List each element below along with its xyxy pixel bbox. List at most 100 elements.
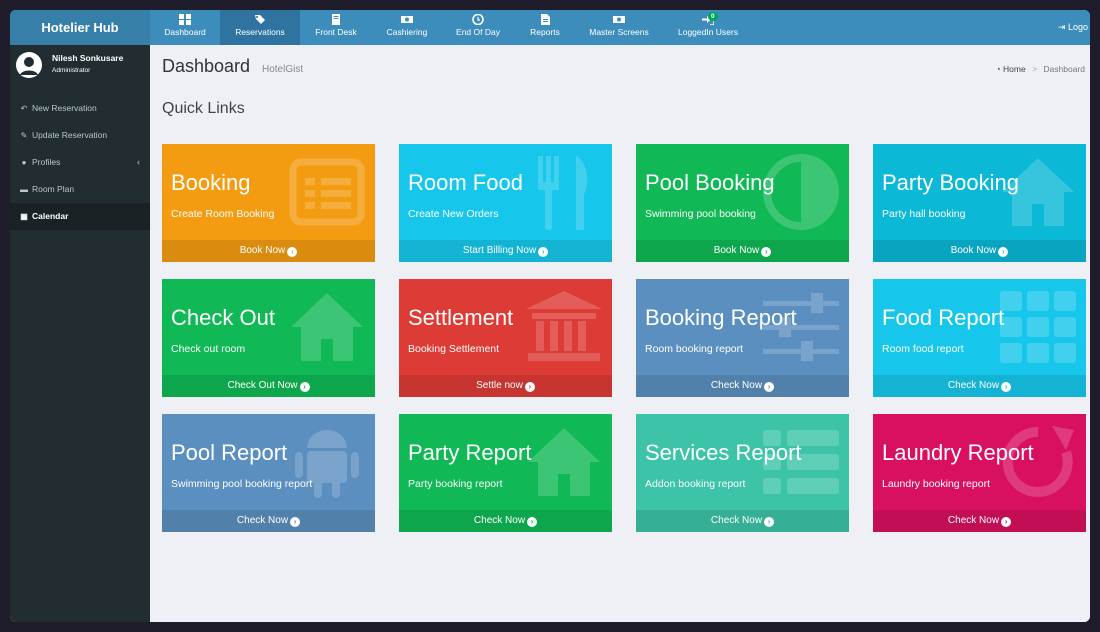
brand-logo[interactable]: Hotelier Hub — [10, 10, 150, 45]
tile-action-link[interactable]: Book Now › — [873, 240, 1086, 262]
tile-subtitle: Create Room Booking — [171, 208, 275, 220]
arrow-circle-right-icon: › — [287, 247, 298, 257]
sidebar-item-calendar[interactable]: ▦ Calendar — [10, 203, 150, 230]
tile-action-link[interactable]: Settle now › — [399, 375, 612, 397]
tile-action-label: Book Now — [713, 245, 760, 256]
quick-link-tile-party-report[interactable]: Party Report Party booking report Check No… — [399, 414, 612, 532]
nav-label: Cashiering — [386, 27, 428, 37]
arrow-circle-right-icon: › — [1001, 382, 1012, 392]
arrow-circle-right-icon: › — [524, 382, 535, 392]
nav-loggedin-users[interactable]: 0 LoggedIn Users — [662, 10, 754, 45]
tile-title: Booking — [171, 170, 251, 195]
quick-link-tile-booking-report[interactable]: Booking Report Room booking report Check N… — [636, 279, 849, 397]
quick-link-tile-food-report[interactable]: Food Report Room food report Check Now › — [873, 279, 1086, 397]
user-role: Administrator — [52, 67, 91, 74]
tile-action-link[interactable]: Book Now › — [162, 240, 375, 262]
quick-link-tile-room-food[interactable]: Room Food Create New Orders Start Billing … — [399, 144, 612, 262]
sidebar-item-room-plan[interactable]: ▬ Room Plan — [10, 176, 150, 203]
user-panel: Nilesh Sonkusare Administrator — [10, 45, 150, 83]
tile-action-label: Check Now — [710, 515, 763, 526]
tile-action-link[interactable]: Check Now › — [162, 510, 375, 532]
bed-icon: ▬ — [20, 185, 28, 194]
quick-link-tile-booking[interactable]: Booking Create Room Booking Book Now › — [162, 144, 375, 262]
android-icon — [295, 430, 359, 498]
nav-master-screens[interactable]: Master Screens — [576, 10, 662, 45]
sidebar-item-profiles[interactable]: ● Profiles ‹ — [10, 149, 150, 176]
nav-reservations[interactable]: Reservations — [220, 10, 300, 45]
tile-action-link[interactable]: Check Now › — [636, 510, 849, 532]
main-content: Dashboard HotelGist ◔ Home > Dashboard Q… — [150, 45, 1090, 622]
tile-title: Pool Report — [171, 440, 288, 465]
tile-action-link[interactable]: Check Now › — [399, 510, 612, 532]
nav-label: Master Screens — [589, 27, 649, 37]
home-icon — [528, 428, 600, 496]
nav-end-of-day[interactable]: End Of Day — [442, 10, 514, 45]
nav-cashiering[interactable]: Cashiering — [372, 10, 442, 45]
arrow-circle-right-icon: › — [764, 382, 775, 392]
bank-icon — [526, 291, 602, 361]
logout-button[interactable]: ⇥ Logo — [1058, 10, 1090, 45]
logout-label: Logo — [1067, 22, 1088, 32]
dashboard-icon — [179, 14, 191, 25]
tile-title: Settlement — [408, 305, 514, 330]
arrow-circle-right-icon: › — [1001, 517, 1012, 527]
arrow-circle-right-icon: › — [764, 517, 775, 527]
nav-reports[interactable]: Reports — [514, 10, 576, 45]
sidebar: Nilesh Sonkusare Administrator ↶ New Rese… — [10, 45, 150, 622]
cutlery-icon — [538, 156, 588, 230]
tile-action-label: Check Out Now — [227, 380, 298, 391]
nav-label: Reservations — [235, 27, 285, 37]
money-icon — [401, 16, 413, 23]
nav-label: Front Desk — [315, 27, 357, 37]
breadcrumb-home[interactable]: Home — [1003, 64, 1026, 74]
list-alt-icon — [289, 158, 365, 226]
tile-subtitle: Addon booking report — [645, 478, 746, 490]
quick-link-tile-party-booking[interactable]: Party Booking Party hall booking Book Now › — [873, 144, 1086, 262]
tile-action-link[interactable]: Check Now › — [873, 375, 1086, 397]
user-icon: ● — [21, 158, 27, 167]
tile-title: Party Booking — [882, 170, 1019, 195]
clock-icon — [472, 14, 484, 25]
nav-dashboard[interactable]: Dashboard — [150, 10, 220, 45]
tile-action-label: Check Now — [947, 380, 1000, 391]
home-icon — [291, 293, 363, 361]
sidebar-item-update-reservation[interactable]: ✎ Update Reservation — [10, 122, 150, 149]
tile-title: Party Report — [408, 440, 532, 465]
avatar — [16, 52, 42, 78]
app-window: Hotelier Hub Dashboard Reservations Fron… — [10, 10, 1090, 622]
users-count-badge: 0 — [708, 12, 718, 21]
dashboard-icon: ◔ — [995, 64, 1001, 74]
tile-action-link[interactable]: Check Now › — [873, 510, 1086, 532]
tile-subtitle: Laundry booking report — [882, 478, 990, 490]
sidebar-item-label: Update Reservation — [32, 130, 108, 140]
tile-title: Laundry Report — [882, 440, 1034, 465]
quick-link-tile-laundry-report[interactable]: Laundry Report Laundry booking report Chec… — [873, 414, 1086, 532]
tile-title: Check Out — [171, 305, 275, 330]
quick-links-heading: Quick Links — [162, 100, 245, 117]
reply-icon: ↶ — [20, 104, 28, 113]
tile-action-link[interactable]: Book Now › — [636, 240, 849, 262]
nav-label: LoggedIn Users — [677, 27, 738, 37]
tile-subtitle: Booking Settlement — [408, 343, 500, 355]
tile-action-label: Start Billing Now — [462, 245, 537, 256]
quick-link-tile-services-report[interactable]: Services Report Addon booking report Check… — [636, 414, 849, 532]
quick-link-tile-pool-report[interactable]: Pool Report Swimming pool booking report C… — [162, 414, 375, 532]
tile-subtitle: Swimming pool booking — [645, 208, 756, 220]
quick-link-tile-pool-booking[interactable]: Pool Booking Swimming pool booking Book No… — [636, 144, 849, 262]
nav-label: Reports — [530, 27, 560, 37]
tile-subtitle: Room food report — [882, 343, 964, 355]
nav-label: End Of Day — [456, 27, 500, 37]
nav-front-desk[interactable]: Front Desk — [300, 10, 372, 45]
tile-action-link[interactable]: Check Out Now › — [162, 375, 375, 397]
grid-icon — [1000, 291, 1076, 363]
tile-action-link[interactable]: Check Now › — [636, 375, 849, 397]
sidebar-item-label: Profiles — [32, 157, 61, 167]
sidebar-item-new-reservation[interactable]: ↶ New Reservation — [10, 95, 150, 122]
quick-link-tile-check-out[interactable]: Check Out Check out room Check Out Now › — [162, 279, 375, 397]
tile-subtitle: Party booking report — [408, 478, 503, 490]
tile-subtitle: Swimming pool booking report — [171, 478, 313, 490]
arrow-circle-right-icon: › — [290, 517, 301, 527]
sidebar-item-label: Calendar — [32, 211, 69, 221]
tile-action-link[interactable]: Start Billing Now › — [399, 240, 612, 262]
quick-link-tile-settlement[interactable]: Settlement Booking Settlement Settle now › — [399, 279, 612, 397]
